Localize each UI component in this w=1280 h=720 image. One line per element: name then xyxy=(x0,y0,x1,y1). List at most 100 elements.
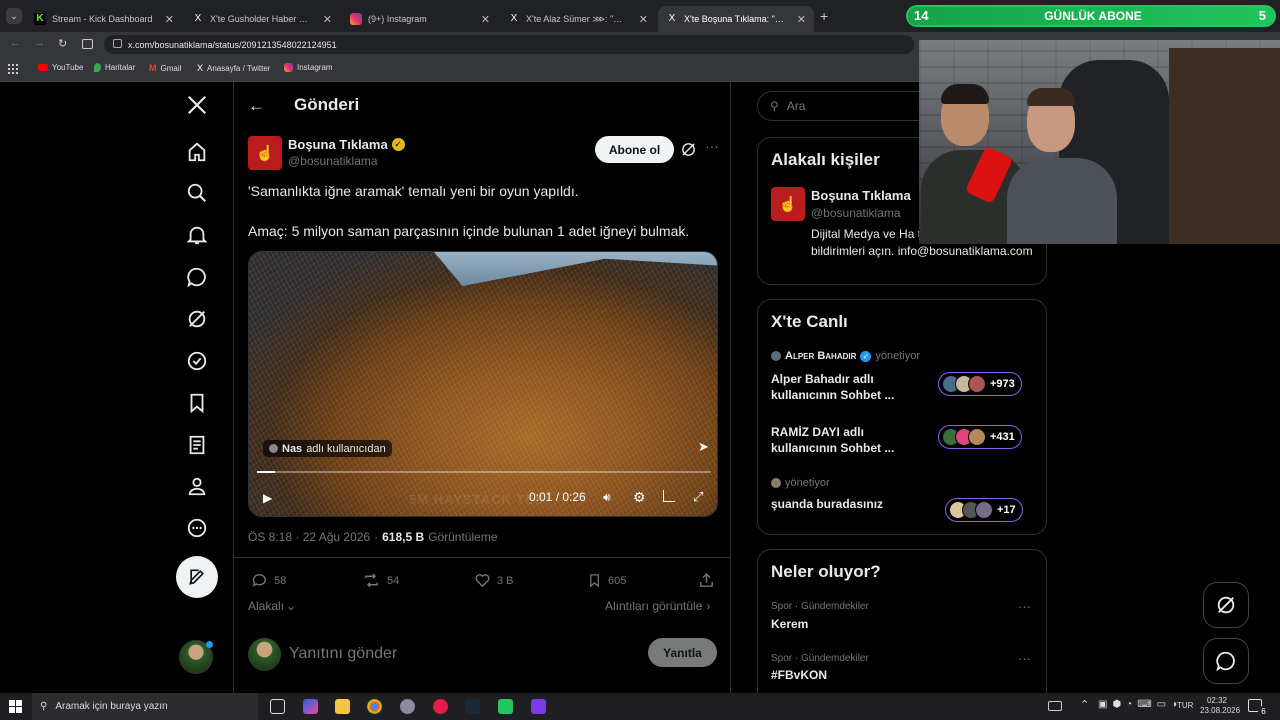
url-field[interactable]: x.com/bosunatiklama/status/2091213548022… xyxy=(104,35,914,54)
app-grid-icon[interactable] xyxy=(531,699,546,714)
file-explorer-icon[interactable] xyxy=(335,699,350,714)
tab-kick[interactable]: K Stream - Kick Dashboard ✕ xyxy=(26,6,182,32)
nav-bookmarks[interactable] xyxy=(182,388,212,418)
listener-pile[interactable]: +431 xyxy=(938,425,1022,449)
app-icon[interactable] xyxy=(400,699,415,714)
related-name[interactable]: Boşuna Tıklama xyxy=(811,188,911,203)
back-arrow-icon[interactable]: ← xyxy=(248,96,265,116)
view-quotes-link[interactable]: Alıntıları görüntüle › xyxy=(605,599,710,613)
like-action[interactable]: 3 B xyxy=(474,572,514,589)
tab-alaz[interactable]: X X'te Alaz Sümer ⋙: "Hayatımda ✕ xyxy=(500,6,656,32)
video-credit-badge[interactable]: Nas adlı kullanıcıdan xyxy=(263,440,392,457)
repost-action[interactable]: 54 xyxy=(362,572,399,589)
bookmark-twitter[interactable]: X Anasayfa / Twitter xyxy=(197,63,270,73)
apps-grid-icon[interactable] xyxy=(8,64,18,74)
copilot-icon[interactable] xyxy=(303,699,318,714)
close-tab-icon[interactable]: ✕ xyxy=(165,13,174,26)
person-right-body xyxy=(1007,158,1117,244)
forward-arrow-icon[interactable]: → xyxy=(34,37,45,49)
picture-in-picture-icon[interactable] xyxy=(663,490,675,502)
grok-float-button[interactable] xyxy=(1203,582,1249,628)
nav-lists[interactable] xyxy=(182,430,212,460)
chevron-up-icon[interactable]: ⌃ xyxy=(1080,698,1089,711)
clock[interactable]: 02:32 23.08.2026 xyxy=(1200,696,1240,716)
nav-profile[interactable] xyxy=(182,471,212,501)
keyboard-icon[interactable] xyxy=(1048,701,1062,711)
compose-post-button[interactable] xyxy=(176,556,218,598)
nav-notifications[interactable] xyxy=(182,220,212,250)
close-tab-icon[interactable]: ✕ xyxy=(323,13,332,26)
author-handle[interactable]: @bosunatiklama xyxy=(288,154,378,168)
video-progress-track[interactable] xyxy=(257,471,711,473)
follow-button[interactable]: Abone ol xyxy=(595,136,674,163)
tab-instagram[interactable]: (9+) Instagram ✕ xyxy=(342,6,498,32)
sort-dropdown[interactable]: Alakalı ⌄ xyxy=(248,599,296,613)
tab-gusholder[interactable]: X X'te Gusholder Haber Bülteni: " ✕ xyxy=(184,6,340,32)
split-view-icon[interactable] xyxy=(82,39,93,49)
tab-search-button[interactable]: ⌄ xyxy=(6,8,22,24)
fullscreen-icon[interactable]: ⤢ xyxy=(693,489,703,505)
nav-verified[interactable] xyxy=(182,346,212,376)
heart-icon xyxy=(475,574,490,588)
tray-icons[interactable]: ▣⬢◔⌨▭◑ xyxy=(1098,699,1182,710)
bookmark-instagram[interactable]: Instagram xyxy=(284,63,333,72)
grok-explain-icon[interactable] xyxy=(680,141,697,158)
obs-icon[interactable] xyxy=(433,699,448,714)
language-indicator[interactable]: TUR xyxy=(1177,701,1193,710)
nav-home[interactable] xyxy=(182,137,212,167)
author-avatar[interactable]: ☝ xyxy=(248,136,282,170)
bookmark-action[interactable]: 605 xyxy=(587,572,626,589)
video-player[interactable]: Nas adlı kullanıcıdan 5M HAYSTACK TES ▶ … xyxy=(248,251,718,517)
nav-explore[interactable] xyxy=(182,178,212,208)
live-item-title[interactable]: şuanda buradasınız xyxy=(771,497,921,511)
volume-icon[interactable]: 🔊︎ xyxy=(603,490,611,505)
bookmark-maps[interactable]: Haritalar xyxy=(94,63,135,72)
share-action[interactable] xyxy=(698,572,715,589)
close-tab-icon[interactable]: ✕ xyxy=(797,13,806,26)
settings-gear-icon[interactable]: ⚙ xyxy=(633,489,646,506)
more-options-icon[interactable]: ··· xyxy=(705,138,719,154)
more-options-icon[interactable]: ··· xyxy=(1018,599,1031,614)
play-icon[interactable]: ▶ xyxy=(263,491,272,505)
messages-float-button[interactable] xyxy=(1203,638,1249,684)
reply-icon xyxy=(252,574,266,587)
related-avatar[interactable]: ☝ xyxy=(771,187,805,221)
live-host-row: Alper Bahadır ✓ yönetiyor xyxy=(771,350,920,362)
bookmark-gmail[interactable]: M Gmail xyxy=(149,63,181,73)
close-tab-icon[interactable]: ✕ xyxy=(639,13,648,26)
kick-app-icon[interactable] xyxy=(498,699,513,714)
notification-count: 6 xyxy=(1258,706,1269,717)
more-options-icon[interactable]: ··· xyxy=(1018,651,1031,666)
chrome-icon[interactable] xyxy=(367,699,382,714)
site-info-icon[interactable] xyxy=(113,39,122,48)
tab-bosuna-active[interactable]: X X'te Boşuna Tıklama: "Samanlık ✕ xyxy=(658,6,814,32)
live-item-title[interactable]: Alper Bahadır adlı kullanıcının Sohbet .… xyxy=(771,371,921,403)
video-watermark: 5M HAYSTACK TES xyxy=(409,492,545,507)
reply-submit-button[interactable]: Yanıtla xyxy=(648,638,717,667)
nav-grok[interactable] xyxy=(182,304,212,334)
reload-icon[interactable]: ↻ xyxy=(58,37,67,50)
webcam-overlay xyxy=(919,40,1280,244)
trend-name[interactable]: Kerem xyxy=(771,617,808,631)
new-tab-button[interactable]: + xyxy=(820,8,828,24)
listener-pile[interactable]: +973 xyxy=(938,372,1022,396)
trend-name[interactable]: #FBvKON xyxy=(771,668,827,682)
taskbar-search[interactable]: ⚲ Aramak için buraya yazın xyxy=(32,693,258,720)
listener-pile[interactable]: +17 xyxy=(945,498,1023,522)
nav-more[interactable] xyxy=(182,513,212,543)
bookmark-youtube[interactable]: YouTube xyxy=(38,63,83,72)
back-arrow-icon[interactable]: ← xyxy=(10,37,21,49)
nav-messages[interactable] xyxy=(182,262,212,292)
post-timestamp[interactable]: ÖS 8:18 · 22 Ağu 2026 xyxy=(248,530,370,544)
chat-bubble-icon xyxy=(187,267,206,288)
steam-icon[interactable] xyxy=(465,699,480,714)
task-view-icon[interactable] xyxy=(270,699,285,714)
live-item-title[interactable]: RAMİZ DAYI adlı kullanıcının Sohbet ... xyxy=(771,424,921,456)
author-name-row[interactable]: Boşuna Tıklama ✓ xyxy=(288,137,405,152)
windows-start-icon[interactable] xyxy=(9,700,22,713)
reply-action[interactable]: 58 xyxy=(251,572,286,589)
x-logo-home[interactable] xyxy=(182,90,212,120)
close-tab-icon[interactable]: ✕ xyxy=(481,13,490,26)
daily-subs-bar: 14 GÜNLÜK ABONE 5 xyxy=(906,5,1276,27)
reply-input[interactable]: Yanıtını gönder xyxy=(289,645,397,663)
